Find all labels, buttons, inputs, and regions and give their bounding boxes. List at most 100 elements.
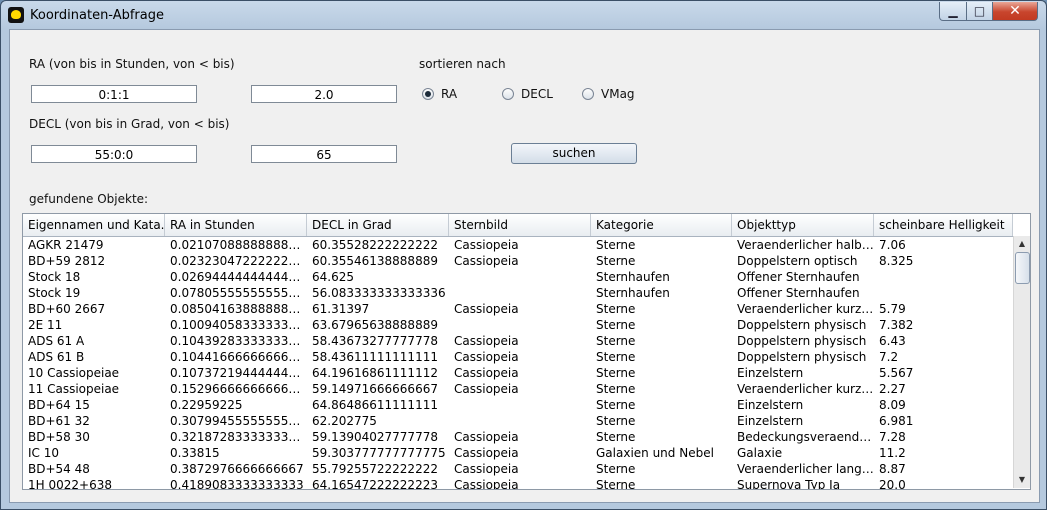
cell-ra: 0.10439283333333334 [170,334,307,348]
table-row[interactable]: 1H 0022+638 0.4189083333333333 64.16547222… [23,477,1013,490]
results-table: Eigennamen und Kata... RA in Stunden DEC… [22,213,1031,490]
scroll-up-icon[interactable]: ▲ [1014,236,1030,252]
ra-from-input[interactable]: 0:1:1 [31,85,197,103]
cell-object-type: Doppelstern physisch [737,334,867,348]
cell-name: BD+60 2667 [28,302,106,316]
decl-from-input[interactable]: 55:0:0 [31,145,197,163]
cell-decl: 64.86486611111111 [312,398,438,412]
cell-constellation: Cassiopeia [454,366,519,380]
cell-ra: 0.4189083333333333 [170,478,304,490]
cell-name: IC 10 [28,446,60,460]
cell-category: Sterne [596,238,636,252]
cell-category: Sterne [596,318,636,332]
table-row[interactable]: AGKR 21479 0.02107088888888889 60.35528222… [23,237,1013,253]
table-row[interactable]: BD+59 2812 0.0232304722222222... 60.355461… [23,253,1013,269]
cell-name: 11 Cassiopeiae [28,382,120,396]
cell-constellation: Cassiopeia [454,446,519,460]
cell-name: BD+54 48 [28,462,90,476]
cell-category: Sterne [596,254,636,268]
cell-decl: 61.31397 [312,302,370,316]
sort-radio-decl[interactable]: DECL [502,87,553,101]
cell-category: Sternhaufen [596,286,670,300]
column-header-object-type[interactable]: Objekttyp [732,214,874,236]
column-header-magnitude[interactable]: scheinbare Helligkeit [874,214,1013,236]
table-row[interactable]: Stock 18 0.0269444444444444... 64.625 Stern… [23,269,1013,285]
minimize-button[interactable]: ▁ [939,2,967,21]
cell-ra: 0.33815 [170,446,220,460]
cell-constellation [449,269,591,285]
sort-radio-vmag[interactable]: VMag [582,87,635,101]
app-window: Koordinaten-Abfrage ▁ □ ✕ RA (von bis in… [0,0,1047,510]
cell-object-type: Bedeckungsveraende... [737,430,874,444]
cell-decl: 56.083333333333336 [312,286,446,300]
cell-decl: 59.13904027777778 [312,430,438,444]
sort-radio-ra[interactable]: RA [422,87,457,101]
table-row[interactable]: ADS 61 A 0.10439283333333334 58.4367327777… [23,333,1013,349]
table-row[interactable]: IC 10 0.33815 59.303777777777775 Cassiopeia… [23,445,1013,461]
cell-constellation: Cassiopeia [454,382,519,396]
table-row[interactable]: BD+60 2667 0.08504163888888888 61.31397 Cas… [23,301,1013,317]
cell-magnitude: 7.382 [879,318,914,332]
column-header-decl[interactable]: DECL in Grad [307,214,449,236]
radio-unselected-icon [582,88,594,100]
cell-category: Sternhaufen [596,270,670,284]
cell-decl: 59.303777777777775 [312,446,446,460]
ra-to-input[interactable]: 2.0 [251,85,397,103]
table-row[interactable]: 11 Cassiopeiae 0.15296666666666667 59.1497… [23,381,1013,397]
cell-category: Sterne [596,366,636,380]
cell-constellation: Cassiopeia [454,462,519,476]
column-header-category[interactable]: Kategorie [591,214,732,236]
ra-range-label: RA (von bis in Stunden, von < bis) [29,57,235,71]
cell-category: Sterne [596,430,636,444]
cell-object-type: Veraenderlicher langp... [737,462,874,476]
cell-decl: 60.35528222222222 [312,238,438,252]
cell-constellation [449,285,591,301]
scroll-down-icon[interactable]: ▼ [1014,472,1030,488]
cell-ra: 0.0269444444444444... [170,270,307,284]
cell-decl: 55.79255722222222 [312,462,438,476]
cell-constellation: Cassiopeia [454,478,519,490]
cell-ra: 0.07805555555555556 [170,286,307,300]
cell-decl: 60.35546138888889 [312,254,438,268]
cell-magnitude [874,285,1013,301]
decl-to-input[interactable]: 65 [251,145,397,163]
cell-ra: 0.3872976666666667 [170,462,304,476]
vertical-scrollbar[interactable]: ▲ ▼ [1013,236,1030,488]
column-header-constellation[interactable]: Sternbild [449,214,591,236]
cell-name: BD+61 32 [28,414,90,428]
cell-magnitude: 5.567 [879,366,914,380]
cell-ra: 0.10441666666666667 [170,350,307,364]
cell-name: 10 Cassiopeiae [28,366,120,380]
sort-option-label: DECL [521,87,553,101]
scroll-thumb[interactable] [1015,252,1030,284]
search-button[interactable]: suchen [511,143,637,164]
cell-decl: 64.16547222222223 [312,478,438,490]
table-row[interactable]: BD+61 32 0.30799455555555555 62.202775 Ster… [23,413,1013,429]
table-row[interactable]: BD+64 15 0.22959225 64.86486611111111 Stern… [23,397,1013,413]
cell-decl: 58.43673277777778 [312,334,438,348]
cell-object-type: Einzelstern [737,398,804,412]
table-row[interactable]: 10 Cassiopeiae 0.10737219444444444 64.1961… [23,365,1013,381]
cell-magnitude: 8.325 [879,254,914,268]
close-button[interactable]: ✕ [992,2,1038,21]
table-row[interactable]: BD+58 30 0.32187283333333333 59.1390402777… [23,429,1013,445]
maximize-button[interactable]: □ [966,2,993,21]
table-row[interactable]: ADS 61 B 0.10441666666666667 58.4361111111… [23,349,1013,365]
column-header-name[interactable]: Eigennamen und Kata... [23,214,165,236]
cell-magnitude: 2.27 [879,382,906,396]
table-row[interactable]: 2E 11 0.10094058333333333 63.6796563888888… [23,317,1013,333]
cell-constellation: Cassiopeia [454,302,519,316]
cell-decl: 62.202775 [312,414,377,428]
table-row[interactable]: Stock 19 0.07805555555555556 56.0833333333… [23,285,1013,301]
table-row[interactable]: BD+54 48 0.3872976666666667 55.79255722222… [23,461,1013,477]
sort-label: sortieren nach [419,57,506,71]
title-bar[interactable]: Koordinaten-Abfrage ▁ □ ✕ [1,1,1046,29]
cell-name: BD+58 30 [28,430,90,444]
column-header-ra[interactable]: RA in Stunden [165,214,307,236]
radio-selected-icon [422,88,434,100]
cell-ra: 0.22959225 [170,398,243,412]
cell-magnitude: 11.2 [879,446,906,460]
sort-option-label: VMag [601,87,635,101]
cell-name: BD+59 2812 [28,254,106,268]
cell-name: Stock 18 [28,270,81,284]
